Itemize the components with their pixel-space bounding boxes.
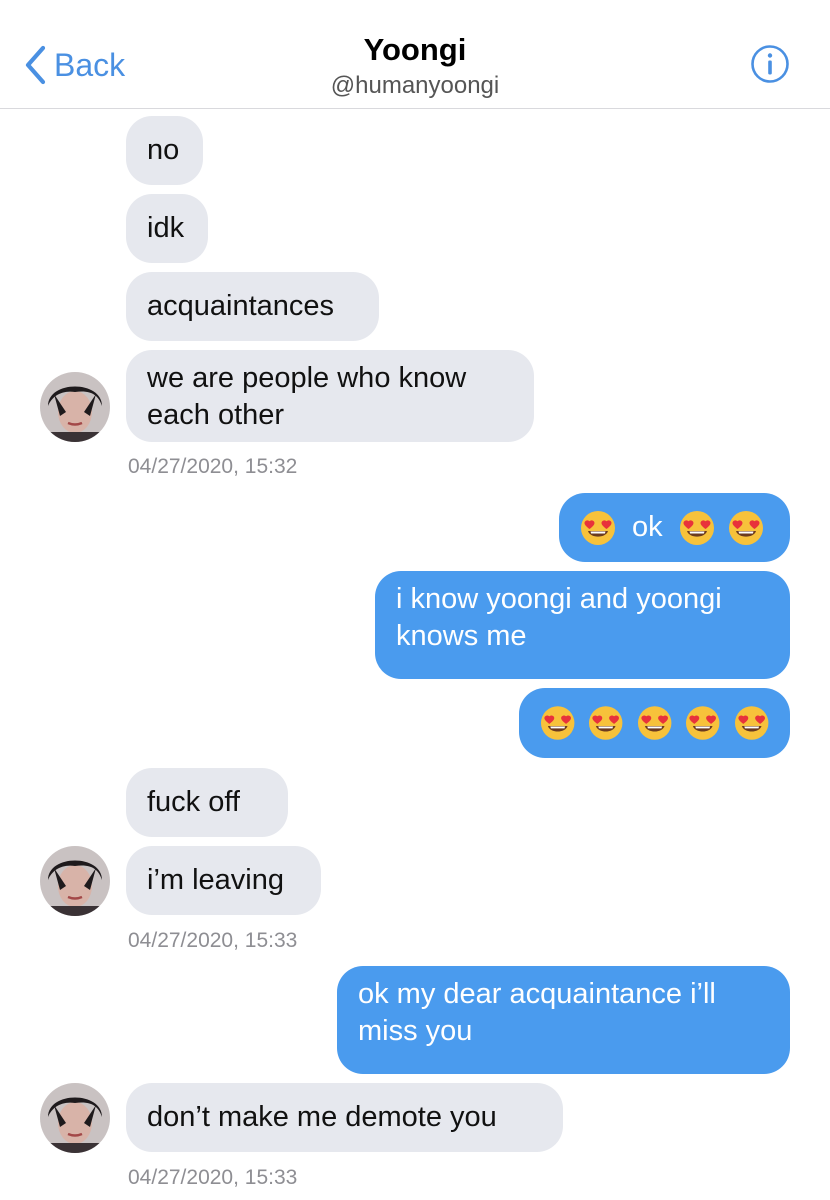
message-line: ok my dear acquaintance i’ll bbox=[358, 978, 716, 1010]
info-button[interactable] bbox=[750, 44, 790, 84]
heart-eyes-emoji bbox=[728, 510, 764, 546]
outgoing-message[interactable]: i know yoongi and yoongi knows me bbox=[375, 571, 790, 679]
heart-eyes-emoji bbox=[637, 705, 672, 741]
outgoing-message[interactable] bbox=[519, 688, 790, 758]
outgoing-message[interactable]: ok my dear acquaintance i’ll miss you bbox=[337, 966, 790, 1074]
outgoing-message[interactable]: ok bbox=[559, 493, 790, 562]
heart-eyes-emoji bbox=[540, 705, 575, 741]
message-text: don’t make me demote you bbox=[147, 1101, 497, 1133]
incoming-message[interactable]: i’m leaving bbox=[126, 846, 321, 915]
avatar[interactable] bbox=[40, 846, 110, 916]
message-text: no bbox=[147, 134, 180, 166]
incoming-message[interactable]: we are people who know each other bbox=[126, 350, 534, 442]
message-text: ok bbox=[632, 511, 663, 543]
incoming-message[interactable]: idk bbox=[126, 194, 208, 263]
message-line: i know yoongi and yoongi bbox=[396, 583, 722, 615]
avatar-photo bbox=[40, 372, 110, 442]
heart-eyes-emoji bbox=[679, 510, 715, 546]
message-line: knows me bbox=[396, 620, 527, 652]
message-text: i’m leaving bbox=[147, 864, 284, 896]
timestamp: 04/27/2020, 15:33 bbox=[128, 1166, 298, 1189]
timestamp: 04/27/2020, 15:32 bbox=[128, 455, 298, 478]
chat-header: Back Yoongi @humanyoongi bbox=[0, 0, 830, 109]
info-icon bbox=[751, 45, 789, 83]
message-line: each other bbox=[147, 399, 285, 431]
heart-eyes-emoji bbox=[734, 705, 769, 741]
avatar[interactable] bbox=[40, 1083, 110, 1153]
avatar-photo bbox=[40, 846, 110, 916]
heart-eyes-emoji bbox=[580, 510, 616, 546]
incoming-message[interactable]: fuck off bbox=[126, 768, 288, 837]
heart-eyes-emoji bbox=[685, 705, 720, 741]
heart-eyes-emoji bbox=[588, 705, 623, 741]
avatar-photo bbox=[40, 1083, 110, 1153]
avatar[interactable] bbox=[40, 372, 110, 442]
message-text: fuck off bbox=[147, 786, 240, 818]
incoming-message[interactable]: don’t make me demote you bbox=[126, 1083, 563, 1152]
timestamp: 04/27/2020, 15:33 bbox=[128, 929, 298, 952]
contact-name: Yoongi bbox=[363, 32, 467, 67]
message-line: miss you bbox=[358, 1015, 473, 1047]
message-text: acquaintances bbox=[147, 290, 335, 322]
incoming-message[interactable]: acquaintances bbox=[126, 272, 379, 341]
message-text: idk bbox=[147, 212, 185, 244]
contact-handle: @humanyoongi bbox=[330, 72, 500, 99]
incoming-message[interactable]: no bbox=[126, 116, 203, 185]
message-line: we are people who know bbox=[147, 362, 467, 394]
